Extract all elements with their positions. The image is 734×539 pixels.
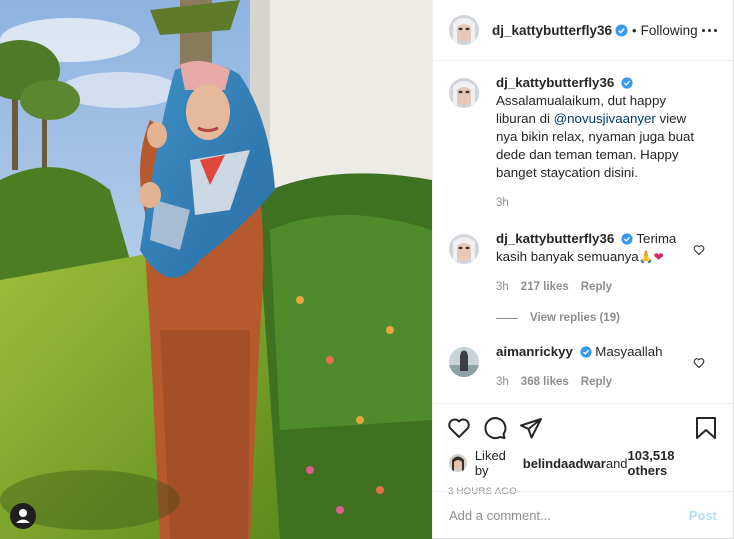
more-options-icon[interactable] <box>702 28 717 32</box>
post-author-username[interactable]: dj_kattybutterfly36 <box>492 23 612 38</box>
reply-button[interactable]: Reply <box>581 373 612 391</box>
verified-icon <box>621 77 633 90</box>
post-comment-button[interactable]: Post <box>689 508 717 523</box>
heart-emoji: ❤ <box>653 250 664 264</box>
comment-body: aimanrickyy Masyaallah 3h 368 likes Repl… <box>496 343 696 391</box>
caption-body: dj_kattybutterfly36 Assalamualaikum, dut… <box>496 74 696 212</box>
comment-likes[interactable]: 217 likes <box>521 278 569 296</box>
likes-summary: Liked by belindaadwar and 103,518 others <box>433 444 733 478</box>
comment-time[interactable]: 3h <box>496 373 509 391</box>
post-side-panel: dj_kattybutterfly36 • Following dj_katty… <box>432 0 734 539</box>
verified-icon <box>615 23 628 37</box>
post-image <box>0 0 432 539</box>
view-replies-label[interactable]: View replies (19) <box>530 312 620 324</box>
comment-icon[interactable] <box>483 416 507 440</box>
comment-likes[interactable]: 368 likes <box>521 373 569 391</box>
heart-icon[interactable] <box>447 416 471 440</box>
comment-body: dj_kattybutterfly36 Terima kasih banyak … <box>496 230 696 296</box>
caption: dj_kattybutterfly36 Assalamualaikum, dut… <box>433 74 733 212</box>
view-replies-line <box>496 317 518 319</box>
avatar[interactable] <box>449 347 479 377</box>
view-replies-button[interactable]: View replies (19) <box>496 312 733 324</box>
avatar[interactable] <box>449 15 479 45</box>
caption-time[interactable]: 3h <box>496 194 509 212</box>
avatar[interactable] <box>449 454 467 472</box>
comment-username[interactable]: dj_kattybutterfly36 <box>496 231 614 246</box>
user-tag-icon[interactable] <box>10 503 36 529</box>
heart-icon[interactable] <box>693 357 705 369</box>
verified-icon <box>621 233 633 246</box>
comment-time[interactable]: 3h <box>496 278 509 296</box>
liker-username[interactable]: belindaadwar <box>523 456 606 471</box>
comments-list: dj_kattybutterfly36 Assalamualaikum, dut… <box>433 74 733 394</box>
verified-icon <box>580 346 592 359</box>
comment-username[interactable]: aimanrickyy <box>496 344 573 359</box>
following-button[interactable]: Following <box>641 23 698 38</box>
avatar[interactable] <box>449 78 479 108</box>
separator-dot: • <box>632 22 637 38</box>
share-icon[interactable] <box>519 416 543 440</box>
avatar[interactable] <box>449 234 479 264</box>
mention-link[interactable]: @novusjivaanyer <box>554 111 656 126</box>
comment-item: dj_kattybutterfly36 Terima kasih banyak … <box>433 230 733 296</box>
comment-text: Masyaallah <box>595 344 663 359</box>
reply-button[interactable]: Reply <box>581 278 612 296</box>
caption-text: Assalamualaikum, dut happy liburan di @n… <box>496 92 696 182</box>
post-photo[interactable] <box>0 0 432 539</box>
add-comment-bar: Post <box>433 491 733 538</box>
likes-prefix: Liked by <box>474 448 506 478</box>
heart-icon[interactable] <box>693 244 705 256</box>
likes-count[interactable]: 103,518 others <box>628 448 717 478</box>
caption-username[interactable]: dj_kattybutterfly36 <box>496 75 614 90</box>
post-actions: Liked by belindaadwar and 103,518 others… <box>433 403 733 497</box>
bookmark-icon[interactable] <box>695 416 717 440</box>
likes-middle: and <box>605 455 628 471</box>
comment-item: aimanrickyy Masyaallah 3h 368 likes Repl… <box>433 343 733 391</box>
comment-input[interactable] <box>449 507 689 523</box>
post-header: dj_kattybutterfly36 • Following <box>433 0 733 61</box>
pray-emoji: 🙏 <box>638 250 654 264</box>
